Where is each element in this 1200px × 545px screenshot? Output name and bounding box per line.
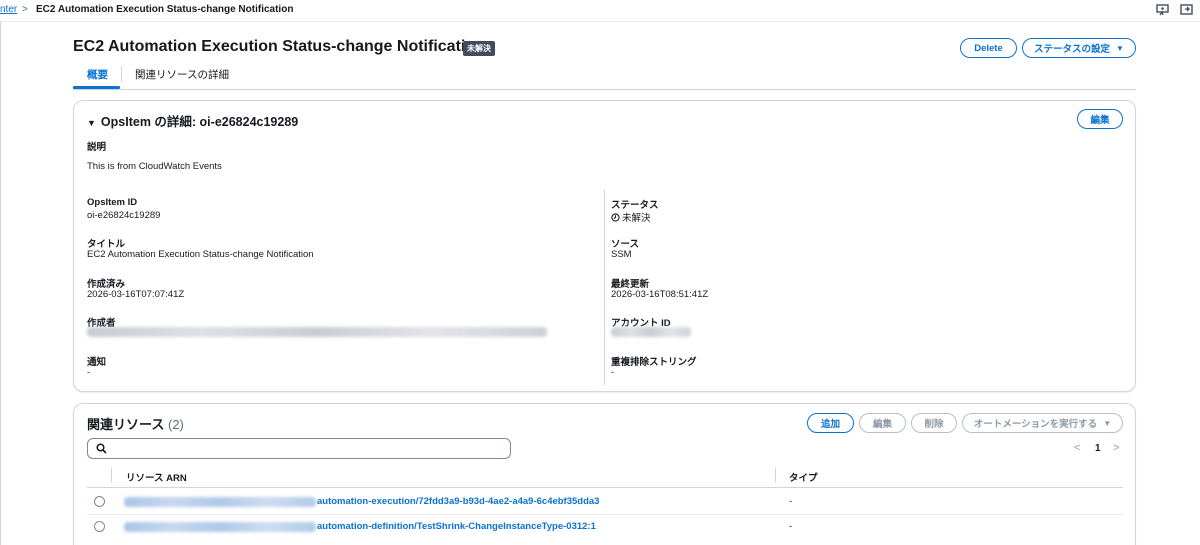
delete-resource-button-label: 削除 [924, 419, 944, 430]
source-label: ソース [611, 239, 640, 250]
created-label: 作成済み [87, 279, 126, 290]
edit-details-button-label: 編集 [1090, 115, 1110, 126]
arn-redacted-prefix [124, 497, 316, 507]
edit-resource-button[interactable]: 編集 [859, 413, 906, 433]
title-value: EC2 Automation Execution Status-change N… [87, 249, 314, 260]
breadcrumb-current: EC2 Automation Execution Status-change N… [36, 4, 294, 15]
tab-divider [121, 66, 122, 82]
column-divider [604, 190, 605, 385]
notifications-value: - [87, 367, 91, 378]
opsitem-details-title: OpsItem の詳細: oi-e26824c19289 [100, 115, 299, 129]
breadcrumb-parent-link[interactable]: nter [0, 4, 17, 15]
opsitem-id-value: oi-e26824c19289 [87, 210, 161, 221]
tab-overview[interactable]: 概要 [87, 67, 108, 82]
opsitem-details-header[interactable]: ▼ OpsItem の詳細: oi-e26824c19289 [87, 111, 298, 130]
clock-icon [611, 213, 620, 222]
source-value: SSM [611, 249, 632, 260]
column-header-resource-arn[interactable]: リソース ARN [126, 470, 187, 484]
search-icon [96, 443, 107, 457]
account-id-redacted [611, 327, 691, 337]
delete-button-label: Delete [974, 42, 1003, 54]
table-row-rule [87, 514, 1123, 515]
created-by-redacted [87, 327, 547, 337]
external-window-icon[interactable] [1180, 4, 1194, 16]
opsitem-id-label: OpsItem ID [87, 197, 138, 208]
related-resources-header: 関連リソース (2) [87, 414, 184, 433]
add-resource-button[interactable]: 追加 [807, 413, 854, 433]
chevron-right-icon: > [22, 4, 28, 15]
row-select-radio[interactable] [94, 496, 105, 507]
arn-redacted-prefix [124, 522, 316, 532]
set-status-button[interactable]: ステータスの設定 ▼ [1022, 38, 1136, 58]
description-label: 説明 [87, 142, 107, 153]
status-value: 未解決 [622, 213, 651, 224]
caret-down-icon: ▼ [1116, 43, 1124, 53]
resource-type-value: - [789, 496, 793, 507]
last-updated-label: 最終更新 [611, 279, 650, 290]
last-updated-value: 2026-03-16T08:51:41Z [611, 289, 709, 300]
resource-type-value: - [789, 521, 793, 532]
created-value: 2026-03-16T07:07:41Z [87, 289, 185, 300]
resource-arn-link[interactable]: automation-execution/72fdd3a9-b93d-4ae2-… [317, 496, 599, 507]
run-automation-button-label: オートメーションを実行する [973, 419, 1098, 430]
column-separator [775, 468, 776, 482]
resource-search-field[interactable] [87, 438, 511, 459]
caret-down-icon: ▼ [87, 118, 96, 128]
add-resource-button-label: 追加 [820, 419, 840, 430]
edit-resource-button-label: 編集 [872, 419, 892, 430]
title-label: タイトル [87, 239, 126, 250]
column-header-type[interactable]: タイプ [789, 470, 818, 484]
pagination-previous-icon[interactable]: < [1074, 442, 1080, 454]
column-separator [111, 468, 112, 482]
run-automation-button[interactable]: オートメーションを実行する ▼ [962, 413, 1123, 433]
left-edge-rule [0, 22, 1, 545]
tab-related-resource-details[interactable]: 関連リソースの詳細 [135, 67, 229, 82]
notifications-label: 通知 [87, 357, 107, 368]
related-resources-count: (2) [167, 417, 184, 432]
edit-details-button[interactable]: 編集 [1077, 109, 1123, 129]
related-resources-title: 関連リソース [87, 417, 165, 432]
dedup-string-value: - [611, 367, 615, 378]
top-bar: nter > EC2 Automation Execution Status-c… [0, 0, 1200, 22]
caret-down-icon: ▼ [1103, 418, 1112, 428]
set-status-button-label: ステータスの設定 [1034, 44, 1111, 55]
status-value-wrap: 未解決 [611, 210, 651, 224]
dedup-string-label: 重複排除ストリング [611, 357, 697, 368]
resource-arn-link[interactable]: automation-definition/TestShrink-ChangeI… [317, 521, 596, 532]
pagination-next-icon[interactable]: > [1113, 442, 1119, 454]
table-header-rule [87, 487, 1123, 488]
feedback-screen-icon[interactable] [1156, 4, 1170, 16]
delete-button[interactable]: Delete [960, 38, 1017, 58]
row-select-radio[interactable] [94, 521, 105, 532]
tabs-baseline [73, 89, 1136, 90]
pagination-current-page[interactable]: 1 [1095, 443, 1101, 454]
status-badge: 未解決 [463, 41, 495, 56]
resource-search-input[interactable] [110, 441, 506, 456]
delete-resource-button[interactable]: 削除 [911, 413, 957, 433]
page-title: EC2 Automation Execution Status-change N… [73, 38, 485, 55]
status-label: ステータス [611, 200, 659, 211]
description-value: This is from CloudWatch Events [87, 161, 222, 172]
